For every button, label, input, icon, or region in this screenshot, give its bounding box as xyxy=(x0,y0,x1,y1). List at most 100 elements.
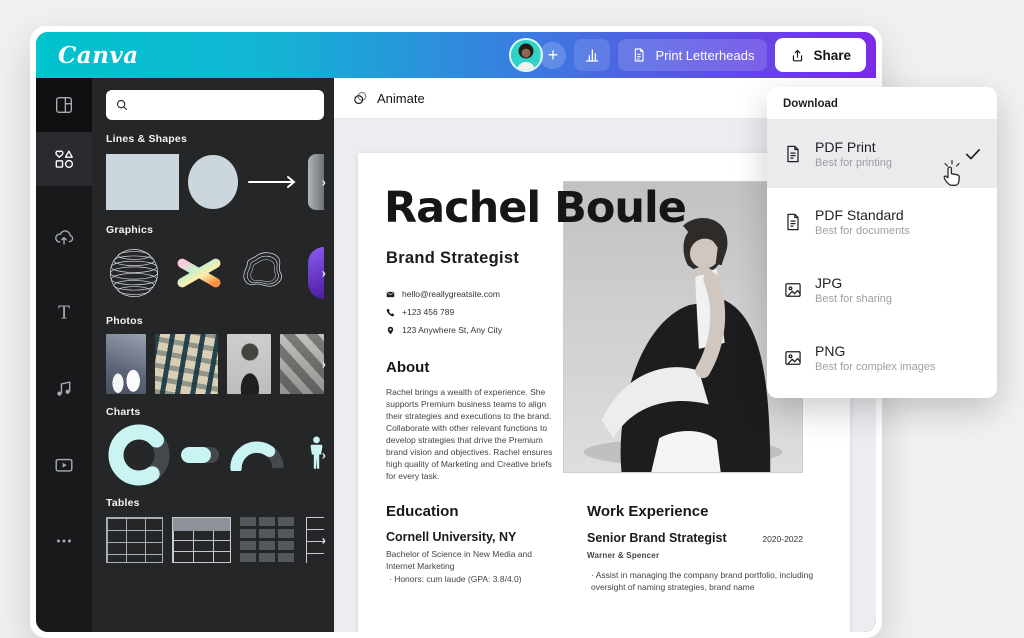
contact-email: hello@reallygreatsite.com xyxy=(402,289,500,299)
topbar-actions: + Print L xyxy=(509,38,866,72)
print-letterheads-button[interactable]: Print Letterheads xyxy=(618,39,767,71)
table-thumbnail-header[interactable] xyxy=(172,517,231,563)
table-thumbnail-grid[interactable] xyxy=(106,517,163,563)
education-degree[interactable]: Bachelor of Science in New Media and Int… xyxy=(386,549,550,572)
svg-text:T: T xyxy=(58,304,70,324)
menu-item-png[interactable]: PNG Best for complex images xyxy=(767,324,997,392)
pdf-file-icon xyxy=(783,144,803,164)
insights-button[interactable] xyxy=(574,39,610,71)
menu-item-subtitle: Best for documents xyxy=(815,225,910,237)
print-letterheads-label: Print Letterheads xyxy=(655,48,754,63)
charts-row: › xyxy=(106,426,324,484)
search-icon xyxy=(115,98,129,112)
music-note-icon xyxy=(53,378,75,400)
progress-bar-tile[interactable] xyxy=(181,447,219,463)
sidebar-item-design[interactable] xyxy=(36,78,92,132)
education-school[interactable]: Cornell University, NY xyxy=(386,530,516,544)
photo-thumbnail-portrait[interactable] xyxy=(227,334,271,394)
work-bullet[interactable]: · Assist in managing the company brand p… xyxy=(591,569,821,593)
menu-item-subtitle: Best for sharing xyxy=(815,293,892,305)
menu-item-title: PDF Standard xyxy=(815,207,910,223)
document-icon xyxy=(631,47,647,63)
menu-item-title: PDF Print xyxy=(815,139,892,155)
section-label-photos: Photos xyxy=(106,315,324,327)
email-icon xyxy=(386,290,395,299)
about-paragraph[interactable]: Rachel brings a wealth of experience. Sh… xyxy=(386,386,560,482)
image-file-icon xyxy=(783,348,803,368)
section-label-lines-shapes: Lines & Shapes xyxy=(106,133,324,145)
text-icon: T xyxy=(53,302,75,324)
avatar[interactable] xyxy=(509,38,543,72)
photo-thumbnail-people[interactable] xyxy=(106,334,146,394)
search-input[interactable] xyxy=(135,97,315,113)
animate-icon xyxy=(352,90,369,107)
sidebar-item-uploads[interactable] xyxy=(36,212,92,262)
phone-icon xyxy=(386,308,395,317)
work-dates[interactable]: 2020-2022 xyxy=(587,534,803,544)
lines-shapes-row: › xyxy=(106,153,324,211)
section-label-graphics: Graphics xyxy=(106,224,324,236)
menu-item-pdf-print[interactable]: PDF Print Best for printing xyxy=(767,120,997,188)
top-bar: Canva + xyxy=(36,32,876,78)
work-heading[interactable]: Work Experience xyxy=(587,503,708,520)
add-member-button[interactable]: + xyxy=(539,42,566,69)
graphics-row: › xyxy=(106,244,324,302)
photos-row: › xyxy=(106,335,324,393)
video-icon xyxy=(53,454,75,476)
wireframe-sphere-graphic[interactable] xyxy=(106,244,162,302)
education-heading[interactable]: Education xyxy=(386,503,459,520)
tables-row: › xyxy=(106,517,324,563)
resume-contact-block[interactable]: hello@reallygreatsite.com +123 456 789 xyxy=(386,289,502,335)
sidebar-item-videos[interactable] xyxy=(36,440,92,490)
elements-panel: Lines & Shapes › Graphics xyxy=(92,78,334,632)
share-button[interactable]: Share xyxy=(775,38,866,72)
chevron-right-icon[interactable]: › xyxy=(322,266,326,281)
download-menu: Download PDF Print Best for printing PDF… xyxy=(767,87,997,398)
rainbow-asterisk-graphic[interactable] xyxy=(171,244,227,302)
section-label-charts: Charts xyxy=(106,406,324,418)
arrow-shape-tile[interactable] xyxy=(247,154,299,210)
table-thumbnail-filled[interactable] xyxy=(240,517,297,563)
sidebar-item-more[interactable] xyxy=(36,516,92,566)
sidebar-item-audio[interactable] xyxy=(36,364,92,414)
photo-thumbnail-shadows[interactable] xyxy=(280,334,324,394)
sidebar-rail: T xyxy=(36,78,92,632)
canva-logo[interactable]: Canva xyxy=(58,42,139,69)
photo-thumbnail-building[interactable] xyxy=(155,334,219,394)
chevron-right-icon[interactable]: › xyxy=(322,357,326,372)
cloud-upload-icon xyxy=(53,226,75,248)
particle-blob-graphic[interactable] xyxy=(236,244,292,302)
download-menu-header: Download xyxy=(767,87,997,120)
check-icon xyxy=(963,144,983,164)
contact-email-row: hello@reallygreatsite.com xyxy=(386,289,502,299)
resume-name[interactable]: Rachel Boule xyxy=(384,183,686,233)
menu-item-pdf-standard[interactable]: PDF Standard Best for documents xyxy=(767,188,997,256)
desktop-background: Canva + xyxy=(0,0,1024,584)
share-label: Share xyxy=(813,48,851,63)
donut-chart-tile[interactable] xyxy=(106,426,172,484)
circle-shape-tile[interactable] xyxy=(188,155,237,209)
contact-phone: +123 456 789 xyxy=(402,307,454,317)
chevron-right-icon[interactable]: › xyxy=(322,448,326,463)
work-company[interactable]: Warner & Spencer xyxy=(587,550,659,562)
chevron-right-icon[interactable]: › xyxy=(322,175,326,190)
canva-app-window: Canva + xyxy=(30,26,882,638)
menu-item-subtitle: Best for printing xyxy=(815,157,892,169)
location-icon xyxy=(386,326,395,335)
chevron-right-icon[interactable]: › xyxy=(322,533,326,548)
image-file-icon xyxy=(783,280,803,300)
shapes-icon xyxy=(53,148,75,170)
bar-chart-icon xyxy=(583,46,601,64)
gauge-chart-tile[interactable] xyxy=(228,426,286,484)
square-shape-tile[interactable] xyxy=(106,154,179,210)
search-bar[interactable] xyxy=(106,90,324,120)
about-heading[interactable]: About xyxy=(386,359,429,376)
ellipsis-icon xyxy=(53,530,75,552)
menu-item-title: JPG xyxy=(815,275,892,291)
resume-title[interactable]: Brand Strategist xyxy=(386,249,519,268)
menu-item-jpg[interactable]: JPG Best for sharing xyxy=(767,256,997,324)
sidebar-item-text[interactable]: T xyxy=(36,288,92,338)
animate-button[interactable]: Animate xyxy=(377,91,425,106)
menu-item-title: PNG xyxy=(815,343,935,359)
sidebar-item-elements[interactable] xyxy=(36,132,92,186)
